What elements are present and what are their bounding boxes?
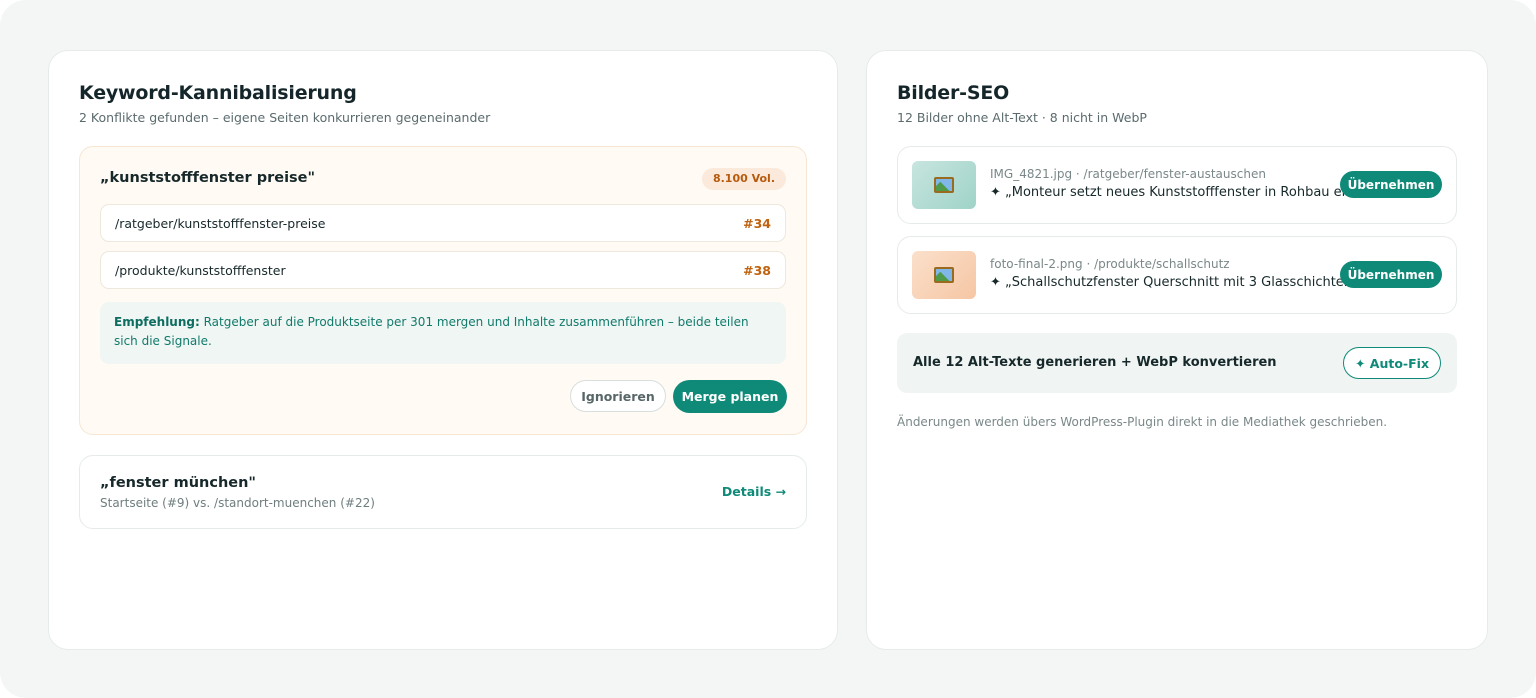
conflict-detail: Startseite (#9) vs. /standort-muenchen (…: [100, 496, 375, 510]
url-rank: #34: [743, 216, 771, 231]
apply-button[interactable]: Übernehmen: [1340, 261, 1442, 288]
kannibalisierung-panel: Keyword-Kannibalisierung 2 Konflikte gef…: [48, 50, 838, 650]
conflict-url-row[interactable]: /ratgeber/kunststofffenster-preise #34: [100, 204, 786, 242]
conflict-card-fenster-muenchen[interactable]: „fenster münchen" Startseite (#9) vs. /s…: [79, 455, 807, 529]
auto-fix-button[interactable]: ✦ Auto-Fix: [1343, 347, 1441, 379]
image-meta: foto-final-2.png · /produkte/schallschut…: [990, 257, 1230, 271]
picture-icon: [934, 177, 954, 193]
picture-icon: [934, 267, 954, 283]
autofix-box: Alle 12 Alt-Texte generieren + WebP konv…: [897, 333, 1457, 393]
image-item: IMG_4821.jpg · /ratgeber/fenster-austaus…: [897, 146, 1457, 224]
conflict-url-row[interactable]: /produkte/kunststofffenster #38: [100, 251, 786, 289]
url-path: /produkte/kunststofffenster: [115, 263, 286, 278]
recommendation-box: Empfehlung: Ratgeber auf die Produktseit…: [100, 302, 786, 364]
panel-title: Bilder-SEO: [897, 82, 1010, 104]
panel-title: Keyword-Kannibalisierung: [79, 82, 357, 104]
image-alt-suggestion: ✦ „Schallschutzfenster Querschnitt mit 3…: [990, 275, 1359, 290]
image-thumbnail: [912, 251, 976, 299]
recommendation-text: Ratgeber auf die Produktseite per 301 me…: [114, 315, 749, 348]
autofix-text: Alle 12 Alt-Texte generieren + WebP konv…: [913, 355, 1277, 370]
bilder-seo-panel: Bilder-SEO 12 Bilder ohne Alt-Text · 8 n…: [866, 50, 1488, 650]
footnote: Änderungen werden übers WordPress-Plugin…: [897, 415, 1388, 429]
image-thumbnail: [912, 161, 976, 209]
details-link[interactable]: Details →: [722, 484, 786, 499]
url-path: /ratgeber/kunststofffenster-preise: [115, 216, 326, 231]
panel-subtitle: 12 Bilder ohne Alt-Text · 8 nicht in Web…: [897, 110, 1147, 125]
apply-button[interactable]: Übernehmen: [1340, 171, 1442, 198]
panel-subtitle: 2 Konflikte gefunden – eigene Seiten kon…: [79, 110, 491, 125]
image-meta: IMG_4821.jpg · /ratgeber/fenster-austaus…: [990, 167, 1266, 181]
image-item: foto-final-2.png · /produkte/schallschut…: [897, 236, 1457, 314]
url-rank: #38: [743, 263, 771, 278]
image-alt-suggestion: ✦ „Monteur setzt neues Kunststofffenster…: [990, 185, 1360, 200]
ignore-button[interactable]: Ignorieren: [570, 380, 666, 412]
dashboard-frame: Keyword-Kannibalisierung 2 Konflikte gef…: [0, 0, 1536, 698]
conflict-keyword: „kunststofffenster preise": [100, 170, 316, 186]
recommendation-label: Empfehlung:: [114, 315, 200, 329]
conflict-keyword: „fenster münchen": [100, 475, 256, 491]
conflict-card-kunststofffenster: „kunststofffenster preise" 8.100 Vol. /r…: [79, 146, 807, 435]
volume-badge: 8.100 Vol.: [701, 168, 786, 190]
merge-plan-button[interactable]: Merge planen: [673, 380, 787, 413]
